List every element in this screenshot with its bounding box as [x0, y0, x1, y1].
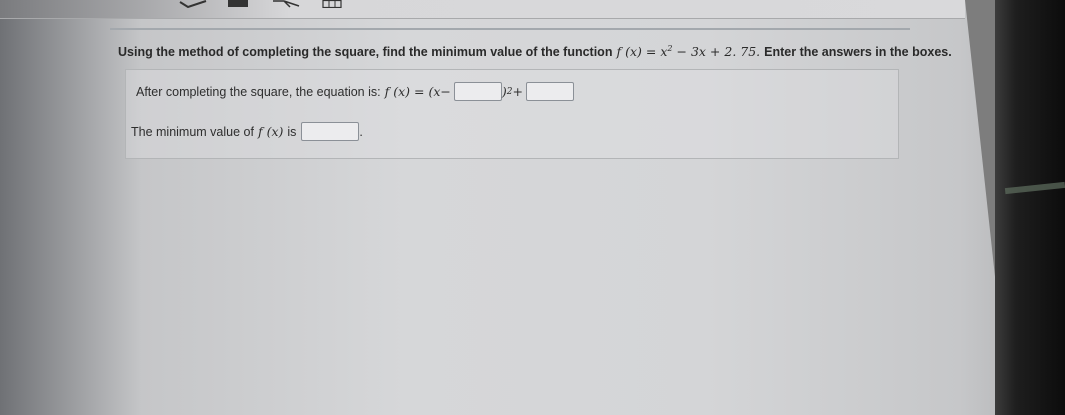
checkmark-icon[interactable] — [178, 0, 208, 9]
minimum-is: is — [287, 124, 297, 139]
header-divider — [110, 28, 910, 30]
laptop-bezel — [995, 0, 1065, 415]
completed-square-label: After completing the square, the equatio… — [136, 84, 381, 99]
question-lead: Using the method of completing the squar… — [118, 45, 613, 60]
screen: Using the method of completing the squar… — [0, 0, 1010, 415]
completed-square-row: After completing the square, the equatio… — [136, 82, 574, 101]
function-rest: − 3x + 2. 75. — [676, 44, 761, 60]
grid-icon[interactable] — [322, 0, 342, 9]
minimum-period: . — [359, 124, 363, 139]
minimum-row: The minimum value of f (x) is . — [131, 122, 363, 141]
function-exponent: 2 — [667, 44, 673, 53]
k-answer-input[interactable] — [525, 82, 574, 101]
function-equals: = — [645, 44, 657, 60]
plus-sign: + — [512, 84, 523, 99]
fraction-bar-icon[interactable] — [228, 0, 248, 7]
h-answer-input[interactable] — [453, 82, 502, 101]
function-expression: f (x) = x2 − 3x + 2. 75. — [616, 44, 760, 59]
shape-tool-icon[interactable] — [272, 0, 300, 8]
function-variable: (x) — [625, 44, 642, 60]
question-text: Using the method of completing the squar… — [118, 44, 952, 60]
function-name: f — [616, 44, 622, 60]
lhs-expression: f (x) = — [384, 84, 425, 99]
open-parenthesis: (x− — [428, 84, 451, 99]
minimum-function: f (x) — [257, 124, 284, 139]
minimum-label: The minimum value of — [131, 124, 254, 139]
answer-panel: After completing the square, the equatio… — [125, 69, 899, 159]
question-instruction: Enter the answers in the boxes. — [764, 45, 952, 60]
toolbar — [0, 0, 965, 19]
minimum-answer-input[interactable] — [301, 122, 360, 141]
